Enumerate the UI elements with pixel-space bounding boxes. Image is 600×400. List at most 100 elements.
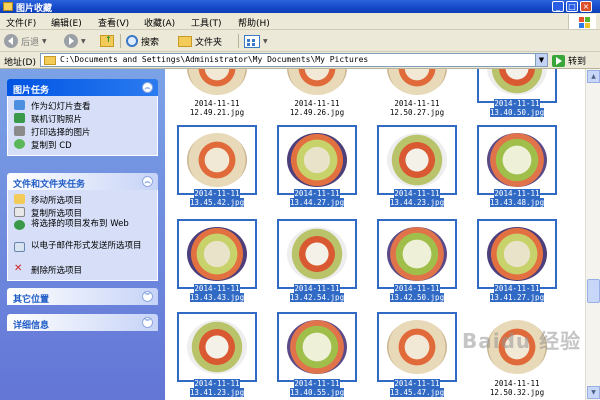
folders-button[interactable]: 文件夹 [178,33,222,49]
file-caption[interactable]: 2014-11-11 13.40.50.jpg [477,99,557,117]
file-name: 13.45.47.jpg [389,388,445,397]
vertical-scrollbar[interactable]: ▲ ▼ [585,69,600,400]
search-button[interactable]: 搜索 [126,33,159,49]
file-caption[interactable]: 2014-11-11 13.45.47.jpg [377,379,457,397]
go-button[interactable]: 转到 [552,54,586,67]
close-button[interactable]: × [580,1,592,12]
address-input[interactable]: C:\Documents and Settings\Administrator\… [40,53,548,67]
file-thumbnail[interactable] [277,312,357,382]
file-date: 2014-11-11 [294,189,340,198]
file-thumbnail[interactable] [377,312,457,382]
file-caption[interactable]: 2014-11-11 13.41.27.jpg [477,284,557,302]
file-date: 2014-11-11 [394,379,440,388]
file-caption[interactable]: 2014-11-11 13.41.23.jpg [177,379,257,397]
file-date: 2014-11-11 [394,189,440,198]
file-name: 13.41.23.jpg [189,388,245,397]
file-caption[interactable]: 2014-11-11 12.49.26.jpg [277,99,357,117]
file-name: 13.45.42.jpg [189,198,245,207]
file-thumbnail[interactable] [177,125,257,195]
scroll-thumb[interactable] [587,279,600,303]
menu-bar: 文件(F) 编辑(E) 查看(V) 收藏(A) 工具(T) 帮助(H) [0,13,600,30]
file-caption[interactable]: 2014-11-11 12.49.21.jpg [177,99,257,117]
views-button[interactable]: ▼ [244,33,268,49]
maximize-button[interactable]: □ [566,1,578,12]
file-thumbnail[interactable] [277,219,357,289]
file-thumbnail[interactable] [277,69,357,103]
menu-favorites[interactable]: 收藏(A) [144,16,175,29]
address-bar: 地址(D) C:\Documents and Settings\Administ… [0,52,600,69]
task-delete[interactable]: ✕ 删除所选项目 [8,263,157,277]
file-caption[interactable]: 2014-11-11 12.50.27.jpg [377,99,457,117]
photo-preview [287,69,347,95]
file-date: 2014-11-11 [194,284,240,293]
scroll-down-button[interactable]: ▼ [587,386,600,399]
title-bar: 图片收藏 _ □ × [0,0,600,14]
file-thumbnail[interactable] [177,219,257,289]
expand-icon[interactable]: ︾ [142,317,153,328]
file-thumbnail[interactable] [477,125,557,195]
file-date: 2014-11-11 [194,99,240,108]
file-caption[interactable]: 2014-11-11 13.45.42.jpg [177,189,257,207]
task-order-prints[interactable]: 联机订购照片 [8,112,157,125]
menu-view[interactable]: 查看(V) [98,16,129,29]
photo-preview [287,227,347,281]
task-slideshow[interactable]: 作为幻灯片查看 [8,99,157,112]
task-email[interactable]: 以电子邮件形式发送所选项目 [8,241,157,263]
photo-preview [387,320,447,374]
folders-label: 文件夹 [195,37,223,48]
file-caption[interactable]: 2014-11-11 13.43.48.jpg [477,189,557,207]
details-title: 详细信息 [13,321,50,331]
file-caption[interactable]: 2014-11-11 12.50.32.jpg [477,379,557,397]
folder-icon [3,2,13,11]
task-publish-web[interactable]: 将选择的项目发布到 Web [8,219,157,241]
move-icon [14,194,25,204]
forward-button[interactable]: ▼ [64,33,86,49]
file-thumbnail[interactable] [377,69,457,103]
scroll-up-button[interactable]: ▲ [587,70,600,83]
expand-icon[interactable]: ︾ [142,291,153,302]
file-name: 13.43.43.jpg [189,293,245,302]
file-thumbnail[interactable] [477,219,557,289]
other-places-header[interactable]: 其它位置 ︾ [7,288,158,305]
file-caption[interactable]: 2014-11-11 13.43.43.jpg [177,284,257,302]
menu-tools[interactable]: 工具(T) [191,16,222,29]
back-arrow-icon [4,34,18,48]
menu-help[interactable]: 帮助(H) [238,16,270,29]
file-name: 13.43.48.jpg [489,198,545,207]
file-caption[interactable]: 2014-11-11 13.42.50.jpg [377,284,457,302]
file-caption[interactable]: 2014-11-11 13.44.27.jpg [277,189,357,207]
file-thumbnail[interactable] [177,69,257,103]
task-copy-to-cd[interactable]: 复制到 CD [8,138,157,151]
task-print[interactable]: 打印选择的图片 [8,125,157,138]
task-move[interactable]: 移动所选项目 [8,193,157,206]
photo-preview [187,227,247,281]
file-caption[interactable]: 2014-11-11 13.44.23.jpg [377,189,457,207]
cd-icon [14,139,25,149]
file-caption[interactable]: 2014-11-11 13.42.54.jpg [277,284,357,302]
file-tasks-header[interactable]: 文件和文件夹任务 ︽ [7,173,158,190]
collapse-icon[interactable]: ︽ [142,82,153,93]
menu-edit[interactable]: 编辑(E) [51,16,82,29]
menu-file[interactable]: 文件(F) [6,16,36,29]
address-label: 地址(D) [4,58,36,68]
file-thumbnail[interactable] [177,312,257,382]
file-thumbnail[interactable] [477,69,557,103]
back-button[interactable]: 后退 ▼ [4,33,47,49]
email-icon [14,242,25,252]
details-header[interactable]: 详细信息 ︾ [7,314,158,331]
file-thumbnail[interactable] [377,125,457,195]
file-thumbnail[interactable] [377,219,457,289]
picture-tasks-header[interactable]: 图片任务 ︽ [7,79,158,96]
windows-logo-icon [568,14,596,29]
up-folder-button[interactable]: ↑ [100,33,114,49]
task-copy[interactable]: 复制所选项目 [8,206,157,219]
collapse-icon[interactable]: ︽ [142,176,153,187]
picture-tasks-panel: 图片任务 ︽ 作为幻灯片查看 联机订购照片 打印选择的图片 复制到 CD [7,79,158,156]
file-caption[interactable]: 2014-11-11 13.40.55.jpg [277,379,357,397]
file-date: 2014-11-11 [194,379,240,388]
address-dropdown-button[interactable]: ▼ [535,54,547,66]
minimize-button[interactable]: _ [552,1,564,12]
file-thumbnail[interactable] [277,125,357,195]
task-label: 以电子邮件形式发送所选项目 [31,241,142,251]
printer-icon [14,126,25,136]
